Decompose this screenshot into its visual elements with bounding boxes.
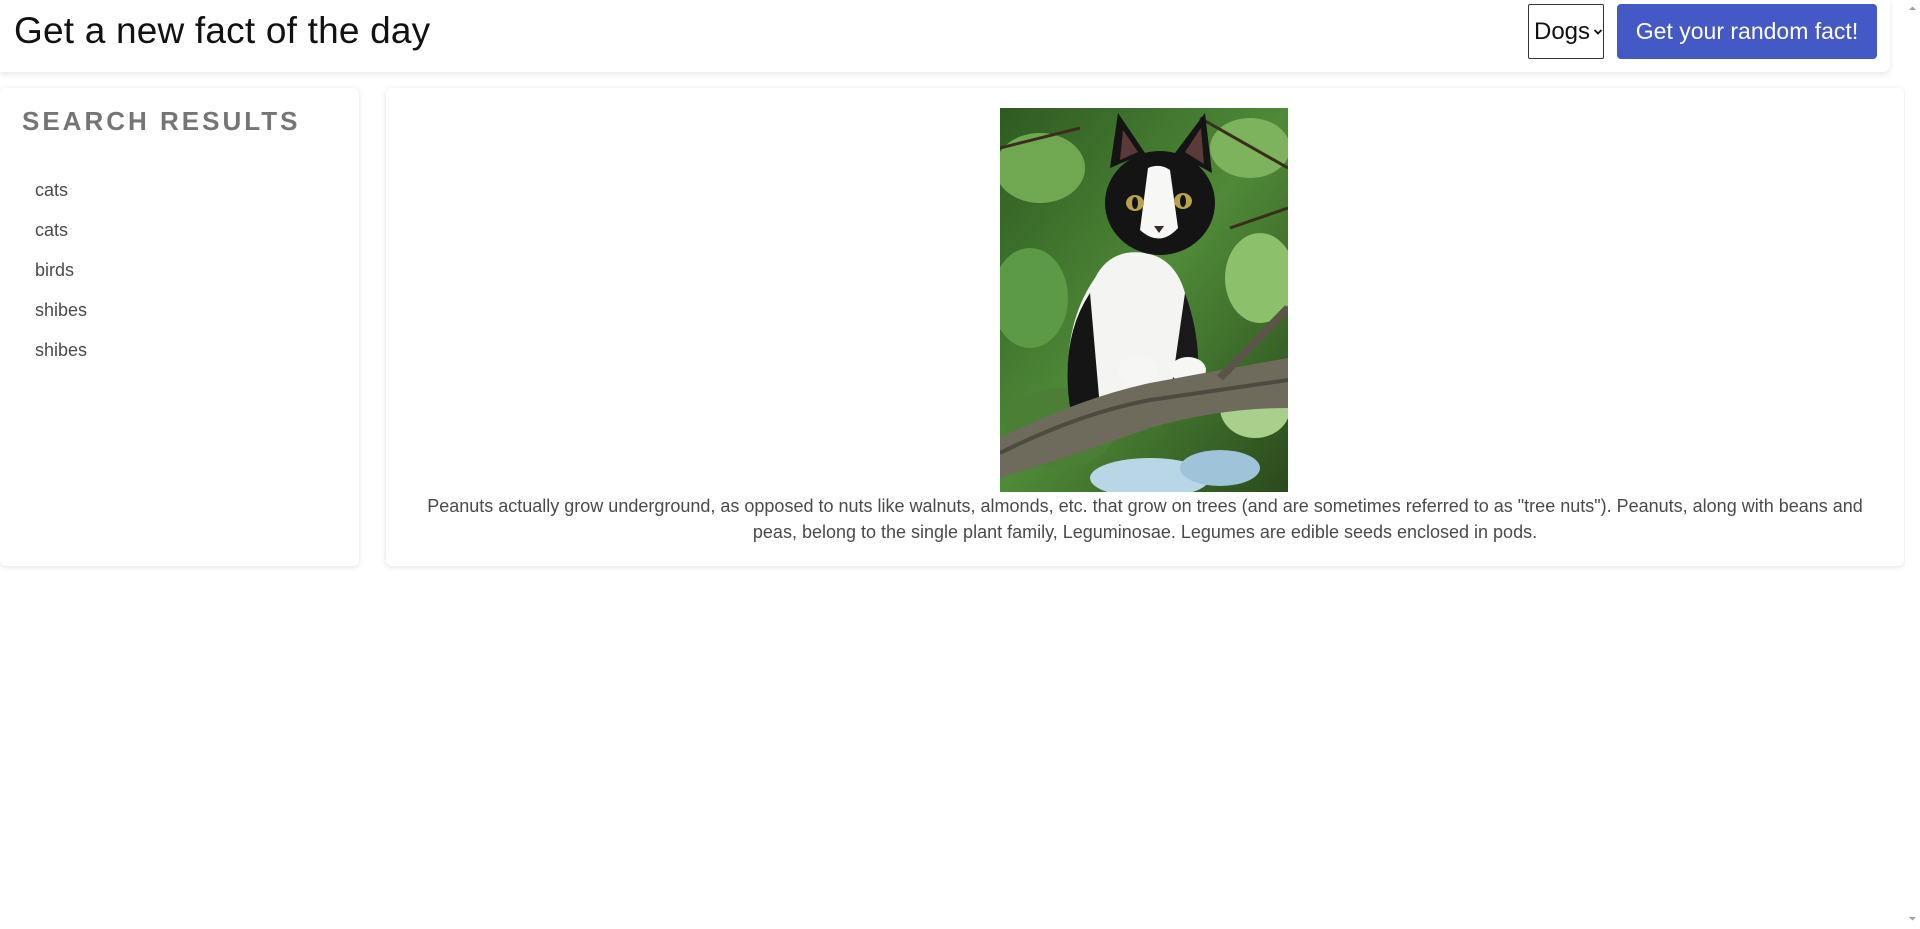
animal-select-value: Dogs [1534, 17, 1591, 45]
page: Get a new fact of the day Dogs Get your … [0, 0, 1920, 929]
animal-select[interactable]: Dogs [1528, 4, 1604, 59]
search-results-panel: SEARCH RESULTS cats cats birds shibes sh… [0, 88, 359, 566]
search-result-item[interactable]: cats [35, 210, 87, 250]
scroll-up-arrow-icon[interactable] [1908, 4, 1917, 13]
cat-photo [1000, 108, 1288, 492]
search-result-item[interactable]: birds [35, 250, 87, 290]
scroll-down-arrow-icon[interactable] [1908, 914, 1917, 923]
fact-text: Peanuts actually grow underground, as op… [427, 496, 1863, 542]
fact-card: Peanuts actually grow underground, as op… [386, 88, 1904, 566]
vertical-scrollbar[interactable] [1905, 0, 1920, 929]
search-result-item[interactable]: cats [35, 170, 87, 210]
search-results-title: SEARCH RESULTS [22, 106, 301, 136]
page-title: Get a new fact of the day [14, 10, 431, 51]
search-results-list: cats cats birds shibes shibes [35, 170, 87, 370]
top-bar: Get a new fact of the day Dogs Get your … [0, 0, 1890, 72]
chevron-down-icon [1593, 28, 1603, 35]
search-result-item[interactable]: shibes [35, 330, 87, 370]
search-result-item[interactable]: shibes [35, 290, 87, 330]
get-random-fact-button[interactable]: Get your random fact! [1617, 4, 1877, 59]
